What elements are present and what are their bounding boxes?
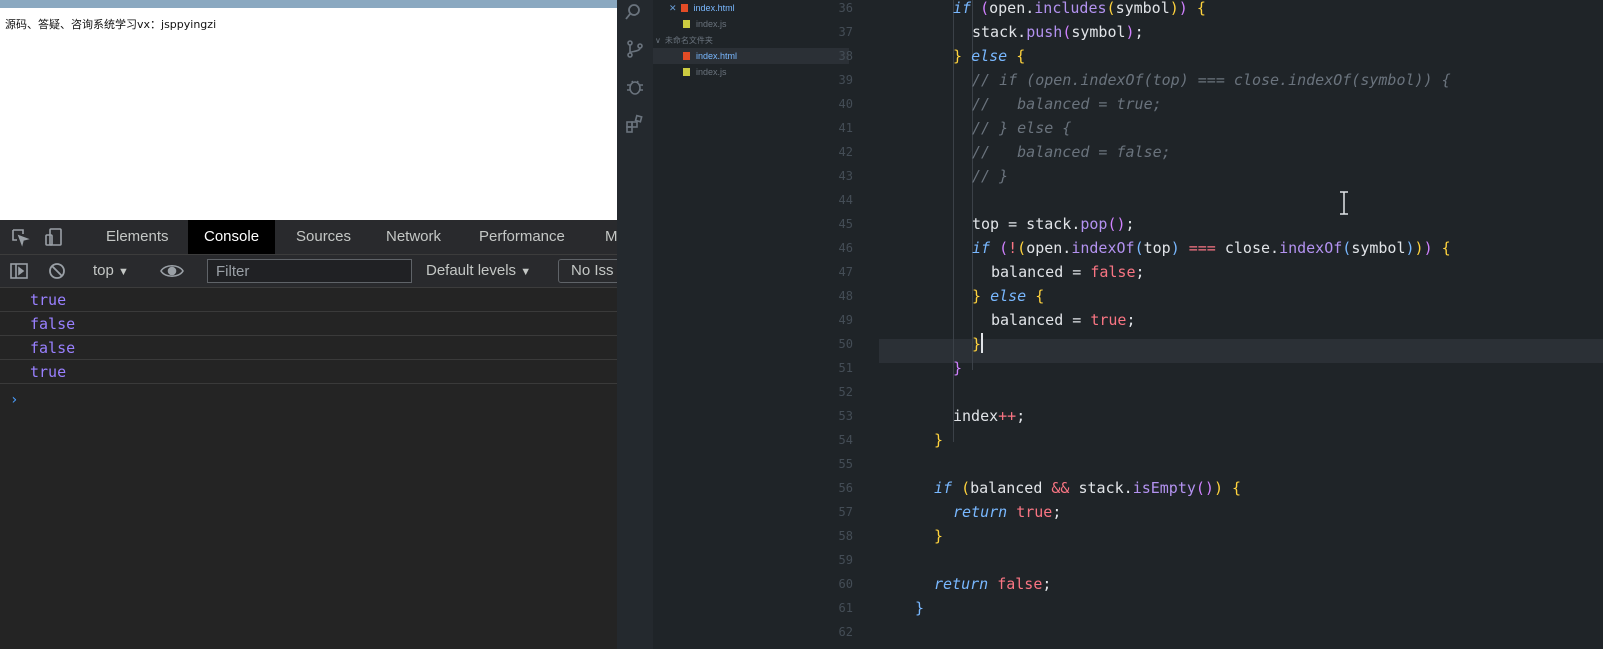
search-icon[interactable]: [625, 2, 645, 22]
open-editor-item[interactable]: ✕ index.html: [653, 0, 835, 16]
line-number: 53: [838, 409, 853, 423]
line-number: 59: [838, 553, 853, 567]
tab-sources[interactable]: Sources: [280, 220, 367, 254]
debug-icon[interactable]: [625, 77, 645, 97]
inspect-element-icon[interactable]: [10, 227, 30, 247]
live-expression-eye-icon[interactable]: [160, 261, 184, 281]
code-line: return false;: [934, 575, 1052, 593]
html-file-icon: [683, 52, 690, 60]
line-number: 37: [838, 25, 853, 39]
chevron-down-icon: ▼: [520, 266, 532, 278]
line-number: 39: [838, 73, 853, 87]
code-line: if (open.includes(symbol)) {: [953, 0, 1206, 17]
code-line: } else {: [953, 47, 1026, 65]
clear-console-icon[interactable]: [47, 261, 67, 281]
line-number: 58: [838, 529, 853, 543]
code-comment: // }: [972, 167, 1009, 185]
line-number: 41: [838, 121, 853, 135]
log-levels-select[interactable]: Default levels ▼: [426, 262, 531, 279]
code-comment: // balanced = false;: [972, 143, 1171, 161]
code-editor-window: ✕ index.html index.js ∨ 未命名文件夹 index.html …: [617, 0, 1603, 649]
code-line: if (balanced && stack.isEmpty()) {: [934, 479, 1242, 497]
devtools-tabbar: Elements Console Sources Network Perform…: [0, 220, 617, 255]
line-number: 60: [838, 577, 853, 591]
line-number: 36: [838, 1, 853, 15]
activity-bar: [617, 0, 653, 649]
tab-network[interactable]: Network: [370, 220, 457, 254]
extensions-icon[interactable]: [625, 114, 645, 134]
line-number: 38: [838, 49, 853, 63]
tab-performance[interactable]: Performance: [463, 220, 581, 254]
line-number: 49: [838, 313, 853, 327]
code-line: }: [934, 431, 944, 449]
ibeam-cursor-icon: [1338, 190, 1350, 216]
line-number: 48: [838, 289, 853, 303]
folder-header[interactable]: ∨ 未命名文件夹: [653, 32, 821, 48]
line-number: 46: [838, 241, 853, 255]
text-caret: [981, 333, 984, 353]
code-line: balanced = true;: [991, 311, 1136, 329]
code-line: }: [934, 527, 944, 545]
tab-console[interactable]: Console: [188, 220, 276, 254]
chevron-down-icon: ∨: [655, 36, 661, 45]
line-number: 50: [838, 337, 853, 351]
code-comment: // if (open.indexOf(top) === close.index…: [972, 71, 1451, 89]
code-line: }: [953, 359, 963, 377]
code-comment: // balanced = true;: [972, 95, 1162, 113]
page-viewport: 源码、答疑、咨询系统学习vx：jsppyingzi: [0, 8, 617, 220]
tab-memory-truncated[interactable]: M: [589, 220, 617, 254]
console-message: true: [0, 360, 617, 384]
console-message: true: [0, 288, 617, 312]
browser-title-strip: [0, 0, 617, 8]
js-file-icon: [683, 68, 690, 76]
issues-button[interactable]: No Iss: [558, 259, 617, 283]
filter-input[interactable]: [207, 259, 412, 283]
line-number: 52: [838, 385, 853, 399]
code-line: balanced = false;: [991, 263, 1145, 281]
console-message: false: [0, 336, 617, 360]
line-number: 61: [838, 601, 853, 615]
code-area[interactable]: if (open.includes(symbol)) { stack.push(…: [879, 0, 1603, 649]
browser-window: 源码、答疑、咨询系统学习vx：jsppyingzi Elements Conso…: [0, 0, 617, 649]
code-line: } else {: [972, 287, 1045, 305]
code-line: stack.push(symbol);: [972, 23, 1144, 41]
line-number: 51: [838, 361, 853, 375]
code-line: }: [972, 333, 984, 353]
device-toolbar-icon[interactable]: [44, 227, 64, 247]
js-file-icon: [683, 20, 690, 28]
code-line: if (!(open.indexOf(top) === close.indexO…: [972, 239, 1451, 257]
code-line: }: [915, 599, 925, 617]
file-explorer: ✕ index.html index.js ∨ 未命名文件夹 index.html …: [653, 0, 849, 649]
console-output: true false false true ›: [0, 288, 617, 408]
code-comment: // } else {: [972, 119, 1072, 137]
close-icon[interactable]: ✕: [669, 3, 677, 13]
line-number: 42: [838, 145, 853, 159]
code-line: top = stack.pop();: [972, 215, 1135, 233]
line-number: 55: [838, 457, 853, 471]
line-number: 56: [838, 481, 853, 495]
line-number: 44: [838, 193, 853, 207]
line-number: 54: [838, 433, 853, 447]
line-number-gutter: 36 37 38 39 40 41 42 43 44 45 46 47 48 49 50 51 52 53 54 55…: [819, 0, 879, 649]
console-toolbar: top ▼ Default levels ▼ No Iss: [0, 255, 617, 288]
line-number: 43: [838, 169, 853, 183]
html-file-icon: [680, 4, 688, 12]
chevron-down-icon: ▼: [118, 266, 129, 278]
line-number: 47: [838, 265, 853, 279]
source-control-icon[interactable]: [625, 39, 645, 59]
line-number: 57: [838, 505, 853, 519]
console-prompt[interactable]: ›: [10, 392, 18, 408]
page-text: 源码、答疑、咨询系统学习vx：jsppyingzi: [5, 18, 217, 31]
line-number: 45: [838, 217, 853, 231]
context-select[interactable]: top ▼: [93, 262, 129, 279]
code-line: index++;: [953, 407, 1026, 425]
code-line: return true;: [953, 503, 1062, 521]
line-number: 62: [838, 625, 853, 639]
console-message: false: [0, 312, 617, 336]
line-number: 40: [838, 97, 853, 111]
sidebar-toggle-icon[interactable]: [9, 261, 29, 281]
tab-elements[interactable]: Elements: [90, 220, 185, 254]
